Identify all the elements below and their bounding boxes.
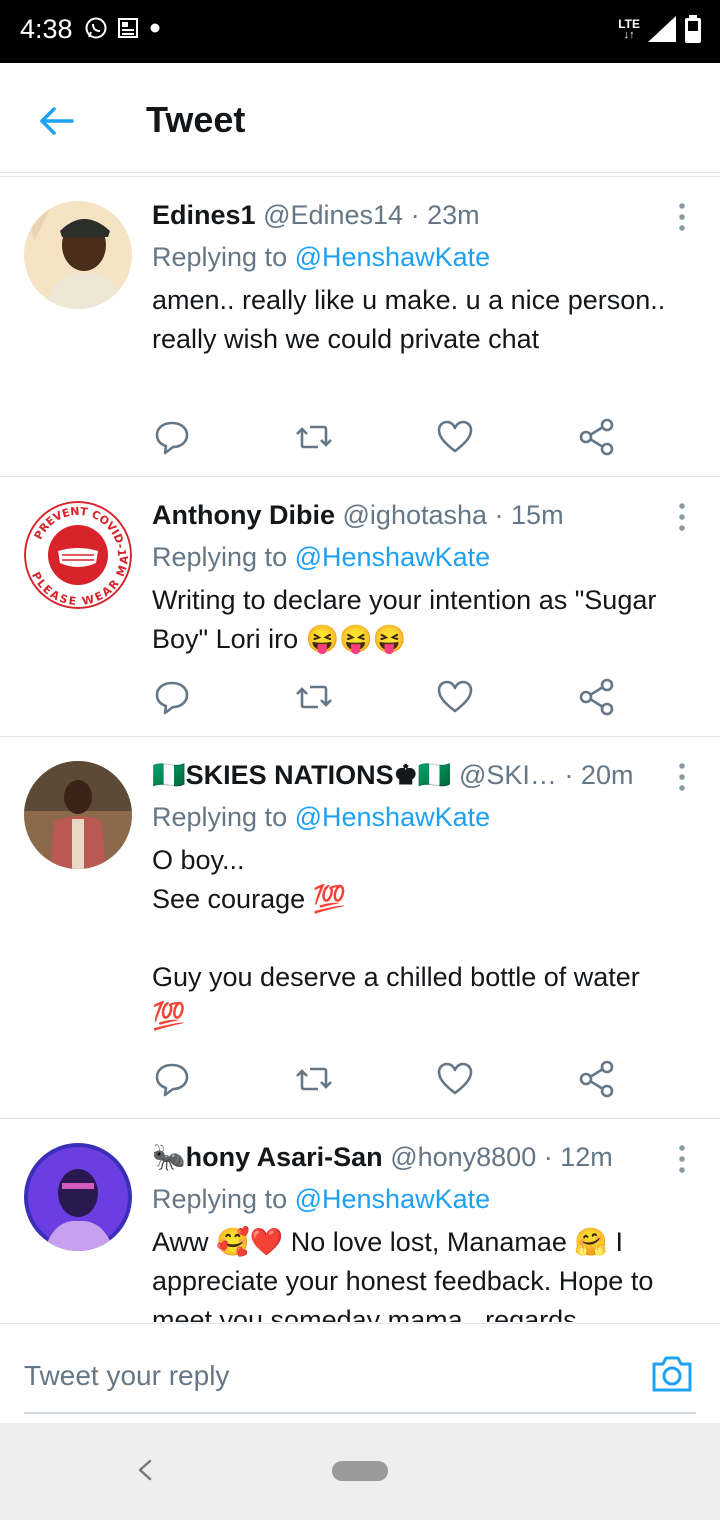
- author-handle[interactable]: @Edines14: [263, 200, 403, 230]
- author-name[interactable]: Anthony Dibie: [152, 500, 335, 530]
- tweet[interactable]: 🇳🇬SKIES NATIONS♚🇳🇬 @SKI… · 20m Replying …: [0, 737, 720, 1119]
- retweet-icon[interactable]: [294, 1059, 334, 1099]
- like-heart-icon[interactable]: [435, 677, 475, 717]
- replying-to: Replying to @HenshawKate: [152, 542, 491, 572]
- avatar[interactable]: [24, 761, 132, 869]
- tweet-header: 🐜hony Asari-San @hony8800 · 12m: [152, 1139, 660, 1175]
- reply-feed: Edines1 @Edines14 · 23m Replying to @Hen…: [0, 176, 720, 1322]
- tweet-header: 🇳🇬SKIES NATIONS♚🇳🇬 @SKI… · 20m: [152, 757, 660, 793]
- share-icon[interactable]: [577, 417, 617, 457]
- author-name[interactable]: 🇳🇬SKIES NATIONS♚🇳🇬: [152, 760, 451, 790]
- page-title: Tweet: [146, 99, 246, 140]
- avatar[interactable]: PREVENT COVID-19 PLEASE WEAR MASK: [24, 501, 132, 609]
- tweet-time: · 15m: [494, 500, 564, 530]
- battery-icon: [685, 15, 701, 43]
- tweet-text: Aww 🥰❤️ No love lost, Manamae 🤗 I apprec…: [152, 1227, 654, 1322]
- author-handle[interactable]: @hony8800: [390, 1142, 536, 1172]
- tweet-time: · 23m: [410, 200, 480, 230]
- replying-to: Replying to @HenshawKate: [152, 802, 491, 832]
- system-nav-bar: [0, 1423, 720, 1520]
- avatar[interactable]: [24, 1143, 132, 1251]
- home-pill-button[interactable]: [332, 1461, 388, 1481]
- tweet-actions: [152, 417, 622, 457]
- more-options-icon[interactable]: [674, 1143, 690, 1175]
- reply-input[interactable]: Tweet your reply: [24, 1360, 229, 1392]
- replying-to: Replying to @HenshawKate: [152, 1184, 491, 1214]
- input-underline: [24, 1412, 696, 1414]
- status-bar: 4:38 LTE ↓↑: [0, 0, 720, 63]
- news-icon: [118, 18, 138, 38]
- author-handle[interactable]: @SKI…: [459, 760, 557, 790]
- tweet[interactable]: Edines1 @Edines14 · 23m Replying to @Hen…: [0, 177, 720, 477]
- signal-icon: [648, 16, 676, 42]
- nav-back-icon[interactable]: [130, 1455, 160, 1485]
- reply-handle-link[interactable]: @HenshawKate: [295, 242, 491, 272]
- notification-dot-icon: [150, 23, 160, 33]
- tweet-header: Anthony Dibie @ighotasha · 15m: [152, 497, 660, 533]
- author-handle[interactable]: @ighotasha: [343, 500, 488, 530]
- back-arrow-icon[interactable]: [34, 99, 78, 143]
- whatsapp-icon: [85, 17, 107, 39]
- reply-icon[interactable]: [152, 1059, 192, 1099]
- like-heart-icon[interactable]: [435, 417, 475, 457]
- tweet-actions: [152, 677, 622, 717]
- reply-handle-link[interactable]: @HenshawKate: [295, 1184, 491, 1214]
- tweet-text: O boy... See courage 💯 Guy you deserve a…: [152, 845, 640, 1031]
- retweet-icon[interactable]: [294, 677, 334, 717]
- replying-to: Replying to @HenshawKate: [152, 242, 491, 272]
- tweet[interactable]: PREVENT COVID-19 PLEASE WEAR MASK Anthon…: [0, 477, 720, 737]
- reply-handle-link[interactable]: @HenshawKate: [295, 802, 491, 832]
- retweet-icon[interactable]: [294, 417, 334, 457]
- camera-icon[interactable]: [650, 1354, 694, 1394]
- tweet-time: · 20m: [564, 760, 634, 790]
- status-time: 4:38: [20, 14, 73, 44]
- app-bar: Tweet: [0, 63, 720, 173]
- reply-icon[interactable]: [152, 417, 192, 457]
- reply-icon[interactable]: [152, 677, 192, 717]
- more-options-icon[interactable]: [674, 501, 690, 533]
- avatar[interactable]: [24, 201, 132, 309]
- tweet[interactable]: 🐜hony Asari-San @hony8800 · 12m Replying…: [0, 1119, 720, 1322]
- tweet-text: amen.. really like u make. u a nice pers…: [152, 285, 666, 354]
- like-heart-icon[interactable]: [435, 1059, 475, 1099]
- reply-composer: Tweet your reply: [0, 1323, 720, 1423]
- tweet-time: · 12m: [543, 1142, 613, 1172]
- tweet-header: Edines1 @Edines14 · 23m: [152, 197, 660, 233]
- share-icon[interactable]: [577, 677, 617, 717]
- network-type: LTE ↓↑: [618, 16, 640, 41]
- author-name[interactable]: Edines1: [152, 200, 256, 230]
- reply-handle-link[interactable]: @HenshawKate: [295, 542, 491, 572]
- author-name[interactable]: 🐜hony Asari-San: [152, 1142, 383, 1172]
- more-options-icon[interactable]: [674, 761, 690, 793]
- more-options-icon[interactable]: [674, 201, 690, 233]
- tweet-actions: [152, 1059, 622, 1099]
- tweet-text: Writing to declare your intention as "Su…: [152, 585, 657, 654]
- share-icon[interactable]: [577, 1059, 617, 1099]
